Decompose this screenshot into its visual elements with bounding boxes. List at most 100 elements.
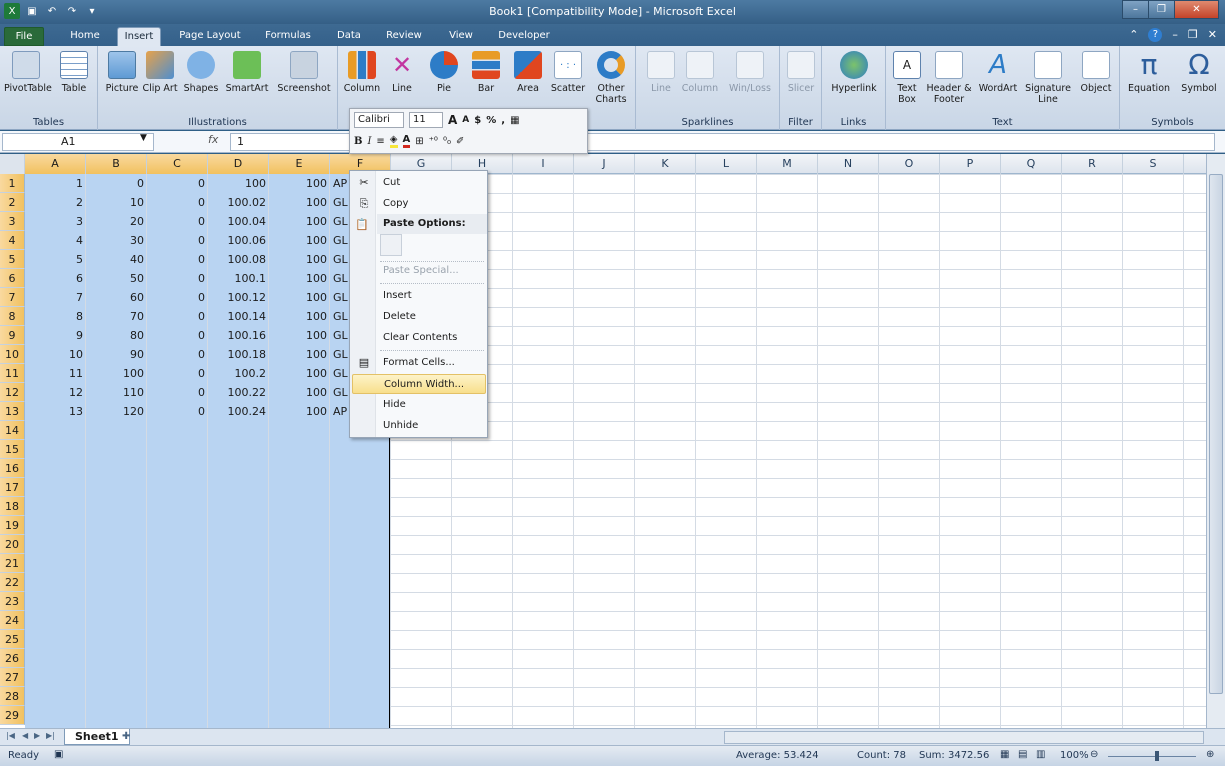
worksheet-grid[interactable]: ABCDEFGHIJKLMNOPQRS 1 2 3 4 5 6 7 8 9 10 11 12 13 14 1…: [0, 154, 1206, 728]
eraser-icon[interactable]: ✐: [456, 136, 464, 147]
cell-c5[interactable]: 0: [147, 250, 208, 269]
column-header-a[interactable]: A: [25, 154, 86, 174]
cell-e3[interactable]: 100: [269, 212, 330, 231]
cell-a4[interactable]: 4: [25, 231, 86, 250]
cell-e12[interactable]: 100: [269, 383, 330, 402]
row-header-28[interactable]: 28: [0, 687, 25, 706]
row-header-18[interactable]: 18: [0, 497, 25, 516]
cell-a6[interactable]: 6: [25, 269, 86, 288]
equation-button[interactable]: π Equation: [1124, 51, 1174, 95]
select-all-button[interactable]: [0, 154, 25, 174]
cell-c3[interactable]: 0: [147, 212, 208, 231]
minimize-button[interactable]: –: [1122, 0, 1149, 19]
cell-a9[interactable]: 9: [25, 326, 86, 345]
menu-delete[interactable]: Delete: [352, 307, 486, 327]
column-header-l[interactable]: L: [696, 154, 757, 174]
zoom-slider-thumb[interactable]: [1155, 751, 1159, 761]
cell-e13[interactable]: 100: [269, 402, 330, 421]
restore-button[interactable]: ❐: [1148, 0, 1175, 19]
textbox-button[interactable]: A Text Box: [892, 51, 922, 105]
tab-view[interactable]: View: [441, 27, 481, 46]
cell-e4[interactable]: 100: [269, 231, 330, 250]
tab-data[interactable]: Data: [331, 27, 367, 46]
center-align-icon[interactable]: ≡: [376, 136, 384, 147]
cell-e6[interactable]: 100: [269, 269, 330, 288]
row-header-1[interactable]: 1: [0, 174, 25, 193]
column-chart-button[interactable]: Column: [342, 51, 382, 94]
workbook-minimize-icon[interactable]: –: [1172, 28, 1178, 42]
font-color-icon[interactable]: A: [402, 134, 411, 148]
table-button[interactable]: Table: [54, 51, 94, 94]
cell-b6[interactable]: 50: [86, 269, 147, 288]
row-header-13[interactable]: 13: [0, 402, 25, 421]
menu-unhide[interactable]: Unhide: [352, 416, 486, 436]
hyperlink-button[interactable]: Hyperlink: [826, 51, 882, 94]
cell-c12[interactable]: 0: [147, 383, 208, 402]
tab-developer[interactable]: Developer: [494, 27, 554, 46]
paste-values-icon[interactable]: [380, 234, 402, 256]
name-box[interactable]: A1: [2, 133, 154, 151]
row-header-3[interactable]: 3: [0, 212, 25, 231]
pivottable-button[interactable]: PivotTable: [4, 51, 52, 94]
cell-a7[interactable]: 7: [25, 288, 86, 307]
row-header-21[interactable]: 21: [0, 554, 25, 573]
smartart-button[interactable]: SmartArt: [222, 51, 272, 94]
area-chart-button[interactable]: Area: [510, 51, 546, 94]
cell-a5[interactable]: 5: [25, 250, 86, 269]
cell-c7[interactable]: 0: [147, 288, 208, 307]
column-header-n[interactable]: N: [818, 154, 879, 174]
close-button[interactable]: ✕: [1174, 0, 1219, 19]
cell-a11[interactable]: 11: [25, 364, 86, 383]
last-sheet-icon[interactable]: ▶|: [46, 731, 55, 740]
object-button[interactable]: Object: [1076, 51, 1116, 94]
row-header-5[interactable]: 5: [0, 250, 25, 269]
row-header-15[interactable]: 15: [0, 440, 25, 459]
slicer-button[interactable]: Slicer: [784, 51, 818, 94]
tab-formulas[interactable]: Formulas: [258, 27, 318, 46]
borders-icon[interactable]: ⊞: [415, 136, 423, 147]
menu-format-cells[interactable]: ▤ Format Cells...: [352, 353, 486, 373]
cell-d3[interactable]: 100.04: [208, 212, 269, 231]
row-header-22[interactable]: 22: [0, 573, 25, 592]
cell-a12[interactable]: 12: [25, 383, 86, 402]
pie-chart-button[interactable]: Pie: [426, 51, 462, 94]
cell-b7[interactable]: 60: [86, 288, 147, 307]
workbook-close-icon[interactable]: ✕: [1208, 28, 1217, 42]
cell-e2[interactable]: 100: [269, 193, 330, 212]
sheet-tab-sheet1[interactable]: Sheet1: [64, 729, 130, 745]
cell-d6[interactable]: 100.1: [208, 269, 269, 288]
row-header-9[interactable]: 9: [0, 326, 25, 345]
help-icon[interactable]: ?: [1148, 28, 1163, 42]
sparkline-line-button[interactable]: Line: [644, 51, 678, 94]
picture-button[interactable]: Picture: [104, 51, 140, 94]
cell-c9[interactable]: 0: [147, 326, 208, 345]
cell-b2[interactable]: 10: [86, 193, 147, 212]
grow-font-button[interactable]: A: [448, 113, 457, 127]
column-header-c[interactable]: C: [147, 154, 208, 174]
first-sheet-icon[interactable]: |◀: [6, 731, 15, 740]
format-painter-icon[interactable]: ▦: [510, 115, 519, 126]
cell-e9[interactable]: 100: [269, 326, 330, 345]
row-header-26[interactable]: 26: [0, 649, 25, 668]
cell-c2[interactable]: 0: [147, 193, 208, 212]
column-header-b[interactable]: B: [86, 154, 147, 174]
sparkline-winloss-button[interactable]: Win/Loss: [724, 51, 776, 94]
other-charts-button[interactable]: Other Charts: [590, 51, 632, 105]
tab-home[interactable]: Home: [63, 27, 107, 46]
percent-button[interactable]: %: [486, 115, 496, 126]
cell-b1[interactable]: 0: [86, 174, 147, 193]
row-header-19[interactable]: 19: [0, 516, 25, 535]
cell-a10[interactable]: 10: [25, 345, 86, 364]
menu-clear-contents[interactable]: Clear Contents: [352, 328, 486, 348]
column-header-m[interactable]: M: [757, 154, 818, 174]
cell-b5[interactable]: 40: [86, 250, 147, 269]
row-header-6[interactable]: 6: [0, 269, 25, 288]
cell-c8[interactable]: 0: [147, 307, 208, 326]
row-header-20[interactable]: 20: [0, 535, 25, 554]
font-name-box[interactable]: Calibri: [354, 112, 404, 128]
cell-b12[interactable]: 110: [86, 383, 147, 402]
column-header-d[interactable]: D: [208, 154, 269, 174]
cell-e8[interactable]: 100: [269, 307, 330, 326]
menu-insert[interactable]: Insert: [352, 286, 486, 306]
cell-b10[interactable]: 90: [86, 345, 147, 364]
